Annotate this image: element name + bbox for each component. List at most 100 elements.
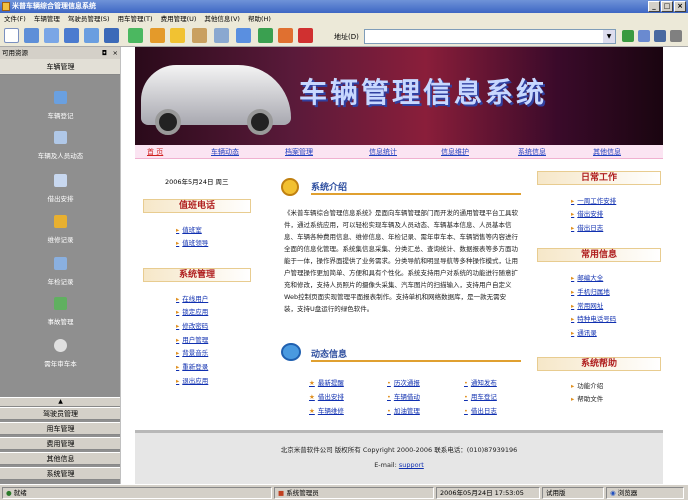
news-item[interactable]: ★ 最新提醒 (309, 377, 344, 387)
daily-item[interactable]: ▸ 一周工作安排 (571, 195, 616, 205)
status-task[interactable]: ■ 系统管理员 (274, 487, 434, 499)
duty-title: 值班电话 (178, 201, 215, 211)
list-icon[interactable] (64, 28, 79, 43)
email-link[interactable]: support (399, 461, 424, 469)
edit-icon[interactable] (24, 28, 39, 43)
nav-statistics[interactable]: 信息统计 (369, 147, 397, 157)
minimize-button[interactable]: _ (648, 1, 660, 12)
daily-item[interactable]: ▸ 借出日志 (571, 222, 603, 232)
maximize-button[interactable]: □ (661, 1, 673, 12)
common-item[interactable]: ▸ 常用网址 (571, 300, 603, 310)
menu-usage[interactable]: 用车管理(T) (114, 13, 157, 25)
sysmgmt-item[interactable]: ▸ 修改密码 (176, 320, 208, 330)
nav-sysinfo[interactable]: 系统信息 (518, 147, 546, 157)
tools-icon[interactable] (214, 28, 229, 43)
sidebar-item-annual[interactable]: 需年审车本 (0, 339, 121, 368)
menu-help[interactable]: 帮助(H) (244, 13, 275, 25)
app-icon (2, 2, 10, 11)
news-item[interactable]: • 通知发布 (464, 377, 497, 387)
calendar-icon[interactable] (128, 28, 143, 43)
key-icon[interactable] (150, 28, 165, 43)
close-button[interactable]: × (674, 1, 686, 12)
common-item[interactable]: ▸ 通讯录 (571, 327, 597, 337)
help-item[interactable]: ▸ 功能介绍 (571, 380, 603, 390)
sidebar-item-status[interactable]: 车辆及人员动态 (0, 131, 121, 160)
duty-item[interactable]: ▸ 值班室 (176, 224, 202, 234)
help-item[interactable]: ▸ 帮助文件 (571, 393, 603, 403)
email-line: E-mail: support (135, 461, 663, 469)
news-item[interactable]: ★ 借出安排 (309, 391, 344, 401)
common-item[interactable]: ▸ 邮编大全 (571, 272, 603, 282)
exit-icon[interactable] (298, 28, 313, 43)
nav-home[interactable]: 首 页 (147, 147, 163, 157)
news-item[interactable]: • 加油管理 (387, 405, 420, 415)
sidebar-tab-cost[interactable]: 费用管理 (0, 437, 121, 450)
news-item[interactable]: • 借出日志 (464, 405, 497, 415)
news-underline (311, 360, 521, 362)
go-icon[interactable] (622, 30, 634, 42)
sidebar-tab-other[interactable]: 其他信息 (0, 452, 121, 465)
nav-maintenance[interactable]: 信息维护 (441, 147, 469, 157)
new-doc-icon[interactable] (4, 28, 19, 43)
sidebar-item-inspection[interactable]: 年检记录 (0, 257, 121, 286)
daily-item[interactable]: ▸ 借出安排 (571, 208, 603, 218)
sysmgmt-item[interactable]: ▸ 用户管理 (176, 334, 208, 344)
menu-vehicle[interactable]: 车辆管理 (30, 13, 64, 25)
common-item[interactable]: ▸ 特种电话号码 (571, 313, 616, 323)
current-date: 2006年5月24日 周三 (165, 178, 229, 186)
chart-icon[interactable] (104, 28, 119, 43)
refresh-icon[interactable] (258, 28, 273, 43)
banner-title: 车辆管理信息系统 (299, 76, 548, 109)
sidebar-item-register[interactable]: 车辆登记 (0, 91, 121, 120)
grid-icon[interactable] (44, 28, 59, 43)
sysmgmt-item[interactable]: ▸ 退出应用 (176, 375, 208, 385)
news-icon (281, 343, 301, 361)
duty-item[interactable]: ▸ 值班领导 (176, 237, 208, 247)
attach-icon[interactable] (236, 28, 251, 43)
sidebar-item-label: 维修记录 (47, 236, 74, 244)
news-item[interactable]: • 车辆借动 (387, 391, 420, 401)
news-item[interactable]: ★ 车辆维修 (309, 405, 344, 415)
sidebar-tab-usage[interactable]: 用车管理 (0, 422, 121, 435)
lend-icon (54, 174, 67, 187)
sidebar-item-repair[interactable]: 维修记录 (0, 215, 121, 244)
news-item[interactable]: • 用车登记 (464, 391, 497, 401)
sidebar-tab-driver[interactable]: 驾驶员管理 (0, 407, 121, 420)
sidebar-close-icon[interactable]: × (113, 47, 118, 59)
menu-driver[interactable]: 驾驶员管理(S) (64, 13, 114, 25)
sidebar-item-label: 年检记录 (47, 278, 74, 286)
address-input[interactable]: ▼ (364, 29, 616, 44)
chevron-down-icon[interactable]: ▼ (603, 30, 615, 43)
window-icon[interactable] (84, 28, 99, 43)
sidebar-item-accident[interactable]: 事故管理 (0, 297, 121, 326)
menu-file[interactable]: 文件(F) (0, 13, 30, 25)
car-wheel (155, 109, 181, 135)
sysmgmt-item[interactable]: ▸ 锁定应用 (176, 306, 208, 316)
save-icon[interactable] (654, 30, 666, 42)
news-item[interactable]: • 历次通报 (387, 377, 420, 387)
sysmgmt-item[interactable]: ▸ 背景音乐 (176, 347, 208, 357)
top-nav: 首 页 车辆动态 档案管理 信息统计 信息维护 系统信息 其他信息 (135, 145, 663, 159)
help-header: 系统帮助 (537, 357, 661, 371)
nav-other[interactable]: 其他信息 (593, 147, 621, 157)
common-item[interactable]: ▸ 手机归属地 (571, 286, 610, 296)
sidebar-item-lend[interactable]: 借出安排 (0, 174, 121, 203)
globe-icon: ◉ (610, 489, 618, 497)
sidebar-scroll-up[interactable]: ▲ (0, 397, 121, 407)
menu-other[interactable]: 其他信息(V) (200, 13, 244, 25)
mail-icon[interactable] (192, 28, 207, 43)
status-icon (54, 131, 67, 144)
title-bar: 米普车辆综合管理信息系统 _ □ × (0, 0, 688, 13)
pin-icon[interactable]: ◘ (102, 47, 107, 59)
sidebar-tab-system[interactable]: 系统管理 (0, 467, 121, 480)
nav-archive[interactable]: 档案管理 (285, 147, 313, 157)
sysmgmt-item[interactable]: ▸ 重新登录 (176, 361, 208, 371)
menu-cost[interactable]: 费用管理(U) (157, 13, 201, 25)
print-icon[interactable] (670, 30, 682, 42)
home-icon[interactable] (278, 28, 293, 43)
nav-vehicle-status[interactable]: 车辆动态 (211, 147, 239, 157)
sidebar-section-title[interactable]: 车辆管理 (0, 59, 121, 75)
sysmgmt-item[interactable]: ▸ 在线用户 (176, 293, 208, 303)
star-icon[interactable] (170, 28, 185, 43)
back-icon[interactable] (638, 30, 650, 42)
